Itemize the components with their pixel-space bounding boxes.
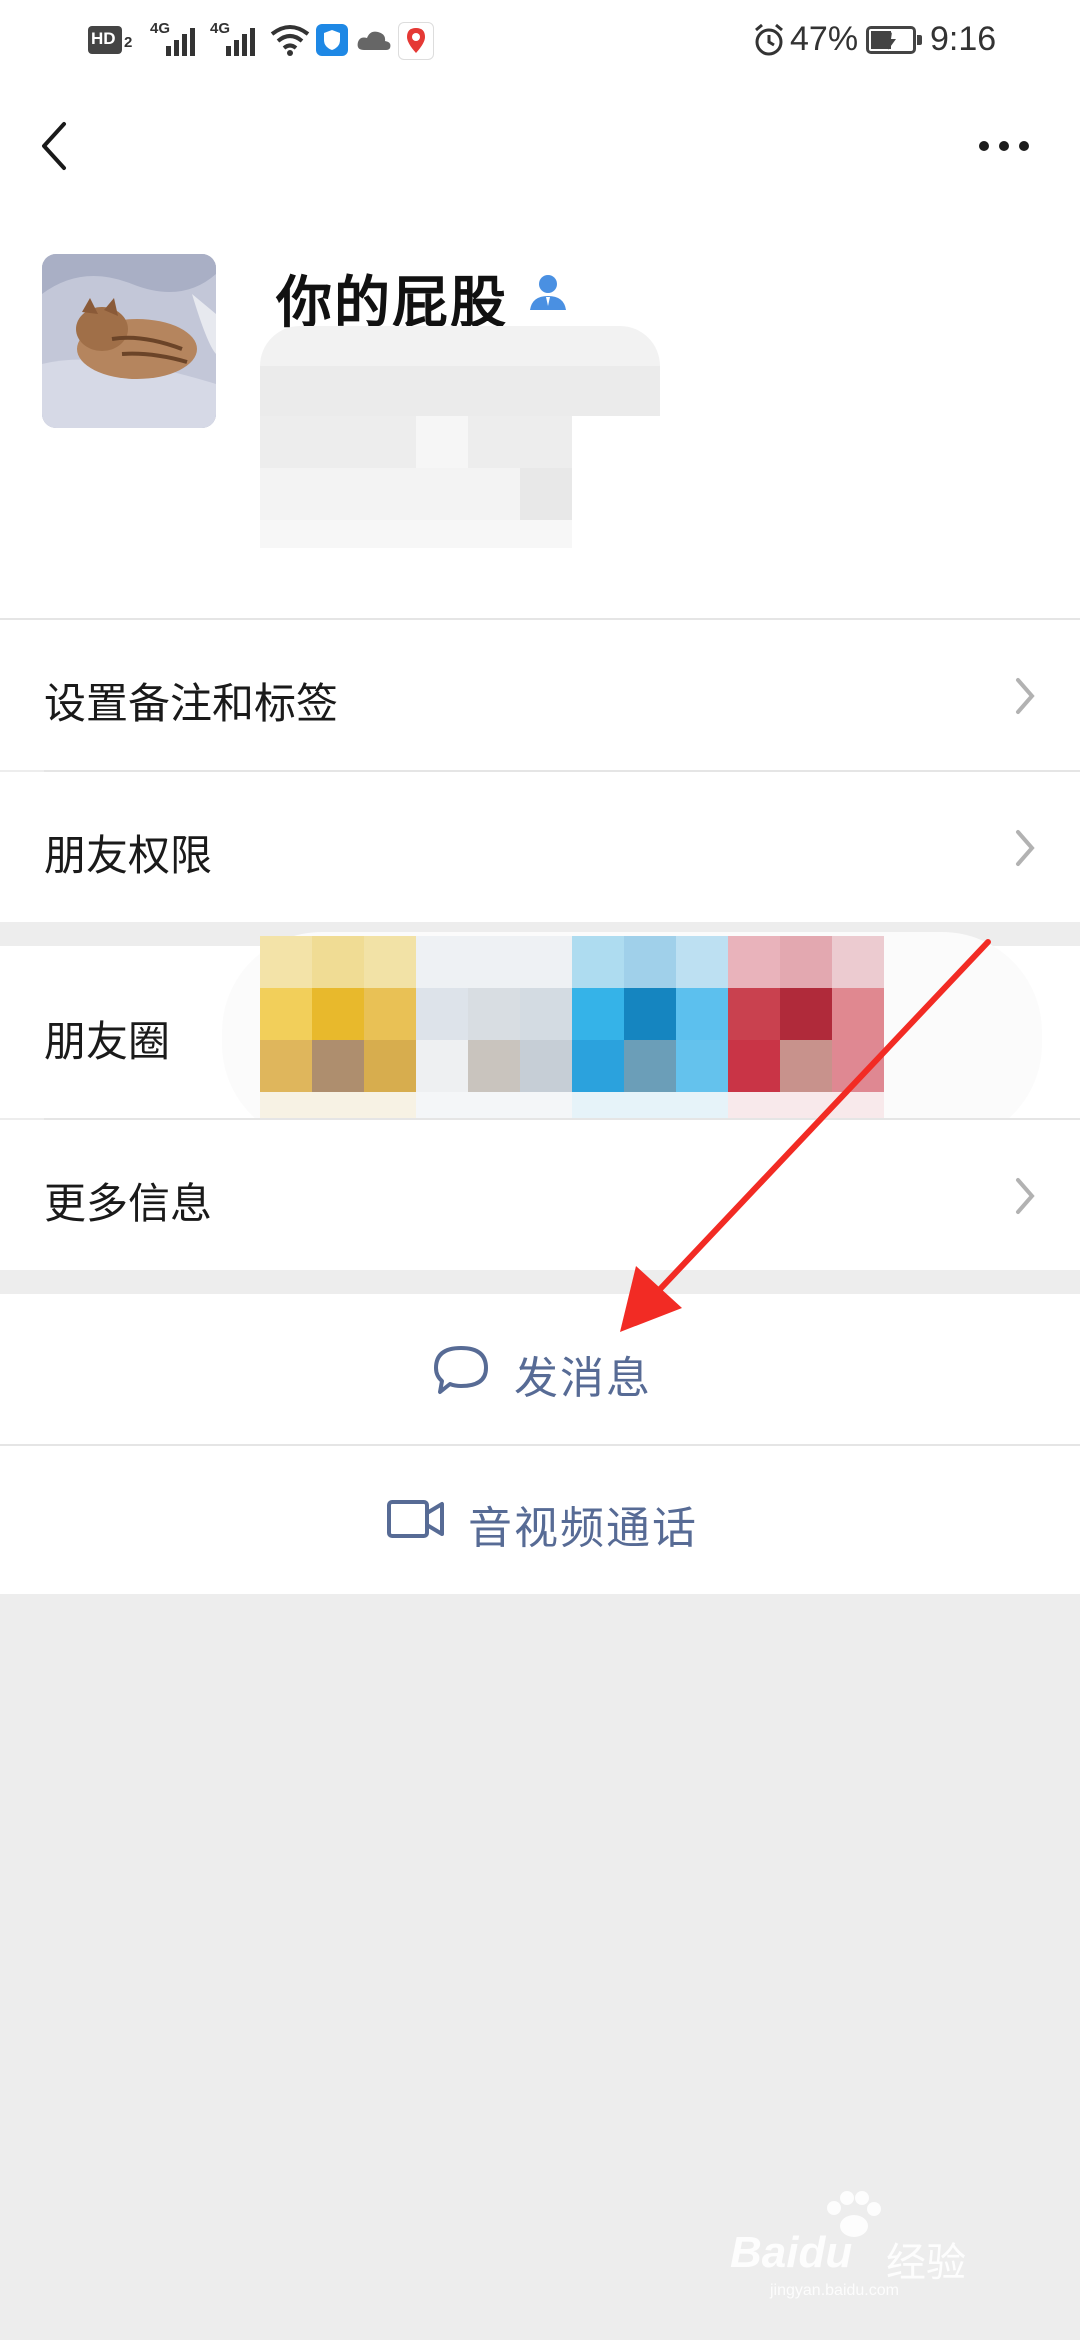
annotation-arrow [620, 939, 991, 1332]
more-info-label: 更多信息 [44, 1179, 213, 1228]
remark-and-tags-row[interactable]: 设置备注和标签 [0, 620, 1080, 770]
battery-charging-icon [866, 26, 922, 54]
chevron-right-icon [1016, 1178, 1035, 1214]
status-bar: HD 2 4G 4G 47% 9:16 [0, 0, 1080, 84]
hd-label: HD [91, 29, 116, 48]
moments-label: 朋友圈 [44, 1017, 171, 1066]
more-dots-icon[interactable] [976, 134, 1036, 158]
signal-icon [226, 28, 255, 56]
avatar[interactable] [42, 254, 216, 428]
video-call-label: 音视频通话 [468, 1503, 698, 1554]
shield-app-icon [316, 24, 348, 56]
remark-and-tags-label: 设置备注和标签 [44, 679, 339, 728]
watermark-cn: 经验 [886, 2240, 966, 2286]
video-camera-icon [387, 1500, 444, 1538]
battery-percent: 47% [790, 20, 859, 58]
hd-sub: 2 [124, 34, 133, 51]
cloud-icon [357, 31, 391, 50]
chevron-right-icon [1016, 830, 1035, 866]
friend-permissions-label: 朋友权限 [44, 831, 213, 880]
map-pin-app-icon [398, 22, 434, 60]
chevron-right-icon [1016, 678, 1035, 714]
redacted-account-info [240, 326, 680, 566]
wifi-icon [270, 25, 310, 56]
send-message-label: 发消息 [514, 1353, 652, 1404]
friend-permissions-row[interactable]: 朋友权限 [0, 772, 1080, 922]
video-call-button[interactable]: 音视频通话 [0, 1446, 1080, 1594]
signal-icon [166, 28, 195, 56]
baidu-watermark: Baidu 经验 jingyan.baidu.com [730, 2190, 1030, 2300]
clock-time: 9:16 [930, 20, 997, 58]
hd-icon: HD [88, 26, 122, 54]
alarm-icon [755, 23, 783, 56]
chat-bubble-icon [434, 1346, 488, 1394]
watermark-url: jingyan.baidu.com [770, 2282, 899, 2299]
contact-person-icon [530, 275, 566, 310]
chevron-left-icon[interactable] [36, 118, 72, 174]
watermark-brand: Baidu [730, 2228, 853, 2277]
